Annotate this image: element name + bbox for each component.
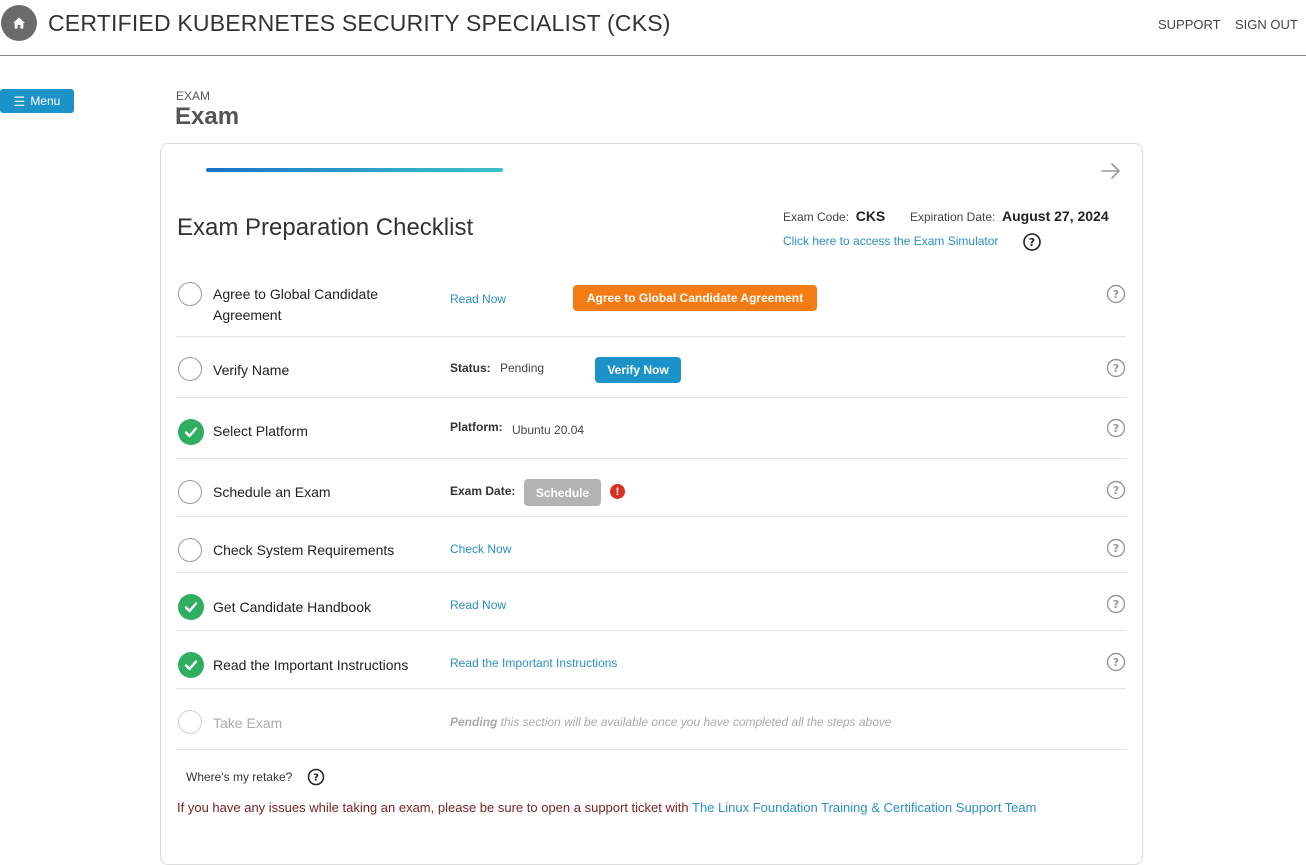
top-header: CERTIFIED KUBERNETES SECURITY SPECIALIST…	[0, 0, 1306, 56]
menu-button[interactable]: ☰ Menu	[0, 89, 74, 113]
verify-now-button[interactable]: Verify Now	[595, 357, 681, 383]
checklist-item-label: Select Platform	[213, 423, 308, 439]
checklist-row-global-agreement: Agree to Global Candidate Agreement Read…	[176, 270, 1126, 337]
checklist-title: Exam Preparation Checklist	[177, 214, 474, 241]
checkmark-icon	[178, 419, 204, 445]
exam-code-value: CKS	[855, 208, 886, 224]
checklist-item-label: Agree to Global Candidate Agreement	[213, 286, 378, 323]
home-button[interactable]	[1, 5, 37, 41]
checklist-item-label: Verify Name	[213, 362, 290, 378]
important-instructions-link[interactable]: Read the Important Instructions	[450, 656, 617, 670]
arrow-right-icon[interactable]	[1100, 161, 1122, 181]
checklist-item-label: Read the Important Instructions	[213, 657, 409, 673]
svg-text:?: ?	[313, 773, 319, 784]
checkmark-icon	[178, 652, 204, 678]
agree-button[interactable]: Agree to Global Candidate Agreement	[573, 285, 817, 311]
checklist-item-label: Get Candidate Handbook	[213, 599, 371, 615]
checklist-row-schedule-exam: Schedule an Exam Exam Date: Schedule ! ?	[176, 459, 1126, 517]
checklist-row-verify-name: Verify Name Status: Pending Verify Now ?	[176, 337, 1126, 398]
svg-text:?: ?	[1113, 422, 1119, 435]
svg-text:?: ?	[1113, 484, 1119, 497]
checklist-row-candidate-handbook: Get Candidate Handbook Read Now ?	[176, 573, 1126, 631]
help-icon[interactable]: ?	[307, 768, 325, 786]
help-icon[interactable]: ?	[1106, 652, 1126, 672]
schedule-button[interactable]: Schedule	[524, 479, 601, 506]
exam-info: Exam Code: CKS Expiration Date: August 2…	[783, 208, 1109, 224]
svg-text:?: ?	[1029, 236, 1035, 249]
exam-simulator-link[interactable]: Click here to access the Exam Simulator	[783, 234, 998, 248]
checkmark-icon	[178, 594, 204, 620]
help-icon[interactable]: ?	[1106, 594, 1126, 614]
incomplete-circle-icon	[178, 710, 202, 734]
incomplete-circle-icon	[178, 357, 202, 381]
exam-checklist-card: Exam Preparation Checklist Exam Code: CK…	[160, 143, 1143, 865]
app-title: CERTIFIED KUBERNETES SECURITY SPECIALIST…	[48, 10, 671, 36]
platform-value: Ubuntu 20.04	[512, 423, 585, 437]
menu-label: Menu	[30, 94, 61, 108]
svg-text:?: ?	[1113, 362, 1119, 375]
support-notice-text: If you have any issues while taking an e…	[177, 800, 693, 815]
checklist-item-label: Check System Requirements	[213, 542, 395, 558]
pending-text: this section will be available once you …	[497, 715, 892, 729]
retake-question: Where's my retake?	[186, 770, 293, 784]
incomplete-circle-icon	[178, 480, 202, 504]
hamburger-icon: ☰	[13, 93, 26, 109]
check-now-link[interactable]: Check Now	[450, 542, 511, 556]
status-value: Pending	[500, 361, 545, 375]
help-icon[interactable]: ?	[1106, 538, 1126, 558]
exam-date-label: Exam Date:	[450, 484, 516, 498]
exam-code-label: Exam Code:	[783, 210, 850, 224]
progress-bar	[206, 168, 503, 172]
sign-out-link[interactable]: SIGN OUT	[1235, 17, 1298, 32]
status-label: Status:	[450, 361, 491, 375]
help-icon[interactable]: ?	[1106, 418, 1126, 438]
checklist-row-select-platform: Select Platform Platform: Ubuntu 20.04 ?	[176, 398, 1126, 459]
checklist-item-label: Schedule an Exam	[213, 484, 331, 500]
breadcrumb: EXAM	[176, 89, 211, 103]
checklist-item-label: Take Exam	[213, 715, 283, 731]
expiration-date-value: August 27, 2024	[1002, 208, 1109, 224]
alert-icon: !	[610, 484, 625, 499]
pending-note: Pending this section will be available o…	[450, 715, 892, 729]
checklist-row-important-instructions: Read the Important Instructions Read the…	[176, 631, 1126, 689]
support-team-link[interactable]: The Linux Foundation Training & Certific…	[692, 800, 1036, 815]
support-notice: If you have any issues while taking an e…	[177, 800, 1036, 815]
read-now-link[interactable]: Read Now	[450, 292, 506, 306]
incomplete-circle-icon	[178, 282, 202, 306]
platform-label: Platform:	[450, 420, 503, 434]
help-icon[interactable]: ?	[1106, 284, 1126, 304]
help-icon[interactable]: ?	[1106, 480, 1126, 500]
help-icon[interactable]: ?	[1106, 358, 1126, 378]
svg-text:?: ?	[1113, 656, 1119, 669]
checklist-row-take-exam: Take Exam Pending this section will be a…	[176, 689, 1126, 750]
support-link[interactable]: SUPPORT	[1158, 17, 1221, 32]
page-title: Exam	[175, 103, 240, 130]
svg-text:?: ?	[1113, 288, 1119, 301]
help-icon[interactable]: ?	[1023, 233, 1041, 251]
svg-text:?: ?	[1113, 542, 1119, 555]
incomplete-circle-icon	[178, 538, 202, 562]
home-icon	[13, 17, 25, 29]
read-now-link[interactable]: Read Now	[450, 598, 506, 612]
expiration-label: Expiration Date:	[909, 210, 996, 224]
svg-text:?: ?	[1113, 598, 1119, 611]
pending-word: Pending	[450, 715, 498, 729]
checklist-row-system-requirements: Check System Requirements Check Now ?	[176, 517, 1126, 573]
